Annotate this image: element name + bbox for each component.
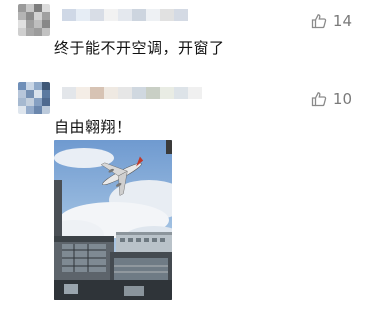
avatar-mosaic-cell	[18, 4, 26, 12]
avatar-mosaic-cell	[18, 98, 26, 106]
username-mosaic-cell	[160, 9, 174, 21]
comment-item: 14 终于能不开空调，开窗了	[0, 0, 374, 70]
avatar-mosaic-cell	[18, 12, 26, 20]
username-mosaic-cell	[132, 9, 146, 21]
username-mosaic-cell	[62, 87, 76, 99]
avatar[interactable]	[18, 4, 50, 36]
username-blurred[interactable]	[62, 9, 188, 21]
username-blurred[interactable]	[62, 87, 202, 99]
username-mosaic-cell	[76, 9, 90, 21]
avatar-mosaic-cell	[26, 106, 34, 114]
avatar-mosaic-cell	[34, 20, 42, 28]
avatar-mosaic-cell	[42, 28, 50, 36]
username-mosaic-cell	[104, 87, 118, 99]
avatar[interactable]	[18, 82, 50, 114]
avatar-mosaic-cell	[26, 28, 34, 36]
username-mosaic-cell	[146, 9, 160, 21]
comment-item: 10 自由翱翔！	[0, 78, 374, 312]
comment-photo[interactable]	[54, 140, 172, 300]
avatar-mosaic-cell	[42, 4, 50, 12]
avatar-mosaic-cell	[26, 90, 34, 98]
avatar-mosaic-cell	[34, 28, 42, 36]
avatar-mosaic-cell	[18, 90, 26, 98]
avatar-mosaic-cell	[42, 98, 50, 106]
username-mosaic-cell	[104, 9, 118, 21]
avatar-mosaic-cell	[26, 4, 34, 12]
username-mosaic-cell	[174, 9, 188, 21]
avatar-mosaic-cell	[18, 106, 26, 114]
username-mosaic-cell	[146, 87, 160, 99]
like-button[interactable]: 10	[311, 90, 352, 108]
username-mosaic-cell	[90, 87, 104, 99]
avatar-mosaic-cell	[26, 12, 34, 20]
thumb-up-icon	[311, 13, 327, 29]
username-mosaic-cell	[118, 9, 132, 21]
username-mosaic-cell	[174, 87, 188, 99]
avatar-mosaic-cell	[42, 90, 50, 98]
like-count: 10	[332, 90, 352, 108]
avatar-mosaic-cell	[34, 90, 42, 98]
comment-text: 自由翱翔！	[54, 118, 132, 136]
username-mosaic-cell	[90, 9, 104, 21]
avatar-mosaic-cell	[34, 12, 42, 20]
avatar-mosaic-cell	[42, 12, 50, 20]
username-mosaic-cell	[160, 87, 174, 99]
avatar-mosaic-cell	[34, 106, 42, 114]
avatar-mosaic-cell	[42, 106, 50, 114]
avatar-mosaic-cell	[18, 20, 26, 28]
avatar-mosaic-cell	[34, 82, 42, 90]
avatar-mosaic-cell	[42, 20, 50, 28]
username-mosaic-cell	[76, 87, 90, 99]
avatar-mosaic-cell	[18, 28, 26, 36]
airplane-photo	[54, 140, 172, 300]
avatar-mosaic-cell	[34, 98, 42, 106]
username-mosaic-cell	[188, 87, 202, 99]
avatar-mosaic-cell	[26, 20, 34, 28]
avatar-mosaic-cell	[26, 98, 34, 106]
thumb-up-icon	[311, 91, 327, 107]
avatar-mosaic-cell	[26, 82, 34, 90]
avatar-mosaic-cell	[34, 4, 42, 12]
avatar-mosaic-cell	[42, 82, 50, 90]
username-mosaic-cell	[62, 9, 76, 21]
avatar-mosaic-cell	[18, 82, 26, 90]
comment-text: 终于能不开空调，开窗了	[54, 39, 225, 57]
like-button[interactable]: 14	[311, 12, 352, 30]
username-mosaic-cell	[118, 87, 132, 99]
like-count: 14	[332, 12, 352, 30]
username-mosaic-cell	[132, 87, 146, 99]
